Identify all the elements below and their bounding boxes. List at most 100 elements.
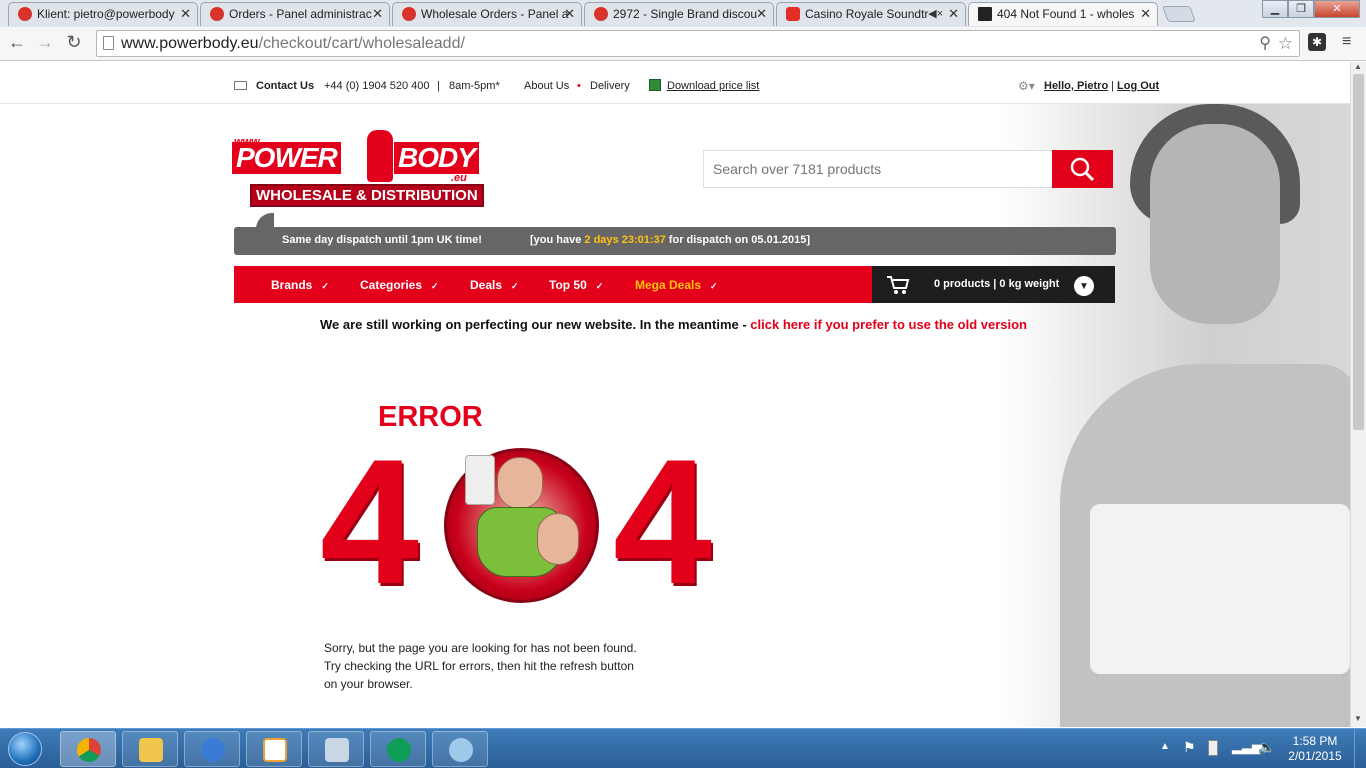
error-digit-left: 4 — [320, 422, 419, 621]
reload-icon[interactable]: ↻ — [63, 32, 85, 53]
nav-deals[interactable]: Deals ✓ — [470, 278, 519, 292]
paint-taskbar-button[interactable] — [432, 731, 488, 767]
zoom-icon[interactable]: ⚲ — [1259, 31, 1271, 56]
old-site-notice: We are still working on perfecting our n… — [320, 317, 1027, 332]
minimize-button[interactable]: ▁ — [1262, 0, 1288, 18]
show-desktop-button[interactable] — [1354, 729, 1366, 768]
bullet-icon: • — [577, 80, 581, 92]
chevron-icon: ✓ — [595, 281, 604, 291]
chevron-icon: ✓ — [431, 281, 439, 291]
magento-icon — [402, 7, 416, 21]
browser-tab-bar: Klient: pietro@powerbody ✕ Orders - Pane… — [0, 0, 1366, 27]
close-tab-icon[interactable]: ✕ — [756, 3, 767, 25]
phone-number: +44 (0) 1904 520 400 — [324, 80, 430, 92]
download-price-list-link[interactable]: Download price list — [667, 80, 759, 92]
header-topbar: Contact Us +44 (0) 1904 520 400 | 8am-5p… — [0, 62, 1350, 104]
nav-categories[interactable]: Categories ✓ — [360, 278, 439, 292]
browser-tab[interactable]: 2972 - Single Brand discou ✕ — [584, 2, 774, 26]
topbar-separator: | — [437, 80, 440, 92]
thunderbird-icon — [201, 738, 225, 762]
browser-tab-active[interactable]: 404 Not Found 1 - wholes ✕ — [968, 2, 1158, 26]
bodybuilder-silhouette-icon — [367, 130, 393, 182]
chrome-taskbar-button[interactable] — [60, 731, 116, 767]
search-icon — [1070, 157, 1095, 182]
chevron-icon: ✓ — [321, 281, 329, 291]
close-tab-icon[interactable]: ✕ — [372, 3, 383, 25]
tab-title: Wholesale Orders - Panel a — [421, 7, 569, 21]
back-icon[interactable]: ← — [6, 32, 28, 53]
hangouts-taskbar-button[interactable] — [370, 731, 426, 767]
nav-brands[interactable]: Brands ✓ — [271, 278, 329, 292]
chrome-icon — [77, 738, 101, 762]
dispatch-countdown: [you have 2 days 23:01:37 for dispatch o… — [530, 234, 811, 246]
close-tab-icon[interactable]: ✕ — [948, 3, 959, 25]
thunderbird-taskbar-button[interactable] — [184, 731, 240, 767]
dispatch-bar: Same day dispatch until 1pm UK time! [yo… — [234, 227, 1116, 255]
forward-icon[interactable]: → — [34, 32, 56, 53]
shopping-cart-icon — [887, 276, 910, 294]
browser-tab[interactable]: Casino Royale Soundtr ◀× ✕ — [776, 2, 966, 26]
chevron-icon: ✓ — [710, 281, 718, 291]
tab-title: Casino Royale Soundtr — [805, 7, 929, 21]
audio-playing-icon[interactable]: ◀× — [928, 3, 943, 25]
page-scrollbar[interactable]: ▲ ▼ — [1350, 62, 1366, 727]
close-tab-icon[interactable]: ✕ — [180, 3, 191, 25]
windows-taskbar: ▲ ⚑ ▂▃▅ 🔈 1:58 PM 2/01/2015 — [0, 728, 1366, 768]
dispatch-message: Same day dispatch until 1pm UK time! — [282, 234, 482, 246]
tab-title: Orders - Panel administrac — [229, 7, 372, 21]
chevron-down-icon[interactable]: ▼ — [1074, 276, 1094, 296]
account-greeting-link[interactable]: Hello, Pietro — [1044, 80, 1108, 92]
delivery-link[interactable]: Delivery — [590, 80, 630, 92]
account-divider: | — [1111, 80, 1114, 92]
system-clock[interactable]: 1:58 PM 2/01/2015 — [1282, 734, 1348, 764]
scrollbar-thumb[interactable] — [1353, 74, 1364, 430]
error-digit-right: 4 — [613, 422, 712, 621]
power-icon[interactable] — [1208, 740, 1218, 756]
search-button[interactable] — [1052, 150, 1113, 188]
contact-us-link[interactable]: Contact Us — [256, 80, 314, 92]
grid-app-taskbar-button[interactable] — [246, 731, 302, 767]
new-tab-button[interactable] — [1162, 6, 1196, 22]
scroll-up-icon[interactable]: ▲ — [1354, 62, 1362, 71]
about-us-link[interactable]: About Us — [524, 80, 569, 92]
action-center-flag-icon[interactable]: ⚑ — [1183, 739, 1196, 756]
close-window-button[interactable]: ✕ — [1314, 0, 1360, 18]
grid-app-icon — [263, 738, 287, 762]
show-hidden-icons[interactable]: ▲ — [1160, 741, 1170, 752]
web-page: Contact Us +44 (0) 1904 520 400 | 8am-5p… — [0, 62, 1350, 727]
logout-link[interactable]: Log Out — [1117, 80, 1159, 92]
close-tab-icon[interactable]: ✕ — [1140, 3, 1151, 25]
scroll-down-icon[interactable]: ▼ — [1354, 714, 1362, 723]
main-nav: Brands ✓ Categories ✓ Deals ✓ Top 50 ✓ Mega … — [234, 266, 872, 303]
browser-tab[interactable]: Wholesale Orders - Panel a ✕ — [392, 2, 582, 26]
cart-widget[interactable]: 0 products | 0 kg weight ▼ — [872, 266, 1115, 303]
calculator-taskbar-button[interactable] — [308, 731, 364, 767]
close-tab-icon[interactable]: ✕ — [564, 3, 575, 25]
magento-icon — [18, 7, 32, 21]
old-version-link[interactable]: click here if you prefer to use the old … — [750, 317, 1027, 332]
opening-hours: 8am-5pm* — [449, 80, 500, 92]
volume-icon[interactable]: 🔈 — [1258, 739, 1275, 756]
tab-title: 404 Not Found 1 - wholes — [997, 7, 1135, 21]
paint-icon — [449, 738, 473, 762]
start-button[interactable] — [2, 729, 48, 767]
cart-summary: 0 products | 0 kg weight — [934, 278, 1060, 290]
bookmark-star-icon[interactable]: ☆ — [1278, 31, 1293, 56]
excel-icon — [649, 79, 661, 91]
browser-tab[interactable]: Klient: pietro@powerbody ✕ — [8, 2, 198, 26]
magento-icon — [210, 7, 224, 21]
address-bar[interactable]: www.powerbody.eu/checkout/cart/wholesale… — [96, 30, 1300, 57]
chevron-icon: ✓ — [511, 281, 519, 291]
settings-gear-icon[interactable]: ⚙▾ — [1018, 79, 1035, 93]
browser-tab[interactable]: Orders - Panel administrac ✕ — [200, 2, 390, 26]
nav-mega-deals[interactable]: Mega Deals ✓ — [635, 278, 718, 292]
search-input[interactable] — [704, 151, 1052, 187]
browser-toolbar: ← → ↻ www.powerbody.eu/checkout/cart/who… — [0, 27, 1366, 61]
nav-top50[interactable]: Top 50 ✓ — [549, 278, 603, 292]
hangouts-icon — [387, 738, 411, 762]
explorer-taskbar-button[interactable] — [122, 731, 178, 767]
extension-icon[interactable]: ✱ — [1308, 33, 1326, 51]
error-message: Sorry, but the page you are looking for … — [324, 641, 637, 691]
menu-icon[interactable]: ≡ — [1342, 33, 1351, 51]
maximize-button[interactable]: ❐ — [1288, 0, 1314, 18]
